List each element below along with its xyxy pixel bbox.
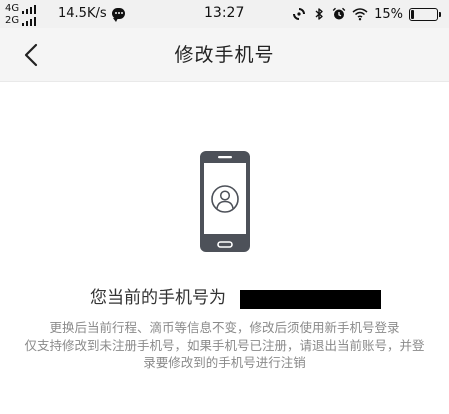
bluetooth-icon [315,8,323,20]
smartphone-icon [200,151,250,252]
current-number-label: 您当前的手机号为 [90,288,226,308]
status-time: 13:27 [204,5,245,21]
chat-bubble-icon [111,8,125,22]
sync-icon [293,8,306,20]
battery-level-fill [411,9,414,19]
alarm-clock-icon [332,7,346,20]
wifi-icon [352,8,368,21]
network-speed: 14.5K/s [58,5,125,22]
notice-text: 更换后当前行程、滴币等信息不变，修改后须使用新手机号登录 仅支持修改到未注册手机… [24,319,425,371]
battery-icon [409,7,441,21]
network-speed-text: 14.5K/s [58,6,107,21]
network-type-bottom: 2G [5,15,20,26]
battery-percent: 15% [374,6,403,22]
status-bar: 4G 2G 14.5K/s 13:27 15% [0,0,449,28]
change-phone-screen: 4G 2G 14.5K/s 13:27 15% 修改手机号 您当前的手机号为 更… [0,0,449,414]
signal-bars-icon [22,17,36,26]
nav-bar: 修改手机号 [0,28,449,82]
redacted-phone-number [240,290,381,309]
current-number-heading: 您当前的手机号为 [0,284,449,312]
notice-line-1: 更换后当前行程、滴币等信息不变，修改后须使用新手机号登录 [49,320,400,335]
signal-bars-icon [22,5,36,14]
notice-line-2: 仅支持修改到未注册手机号，如果手机号已注册，请退出当前账号，并登录要修改到的手机… [24,338,425,370]
network-type-top: 4G [5,3,20,14]
page-title: 修改手机号 [174,44,275,66]
signal-indicators: 4G 2G [5,1,49,27]
status-right-icons: 15% [292,4,441,24]
